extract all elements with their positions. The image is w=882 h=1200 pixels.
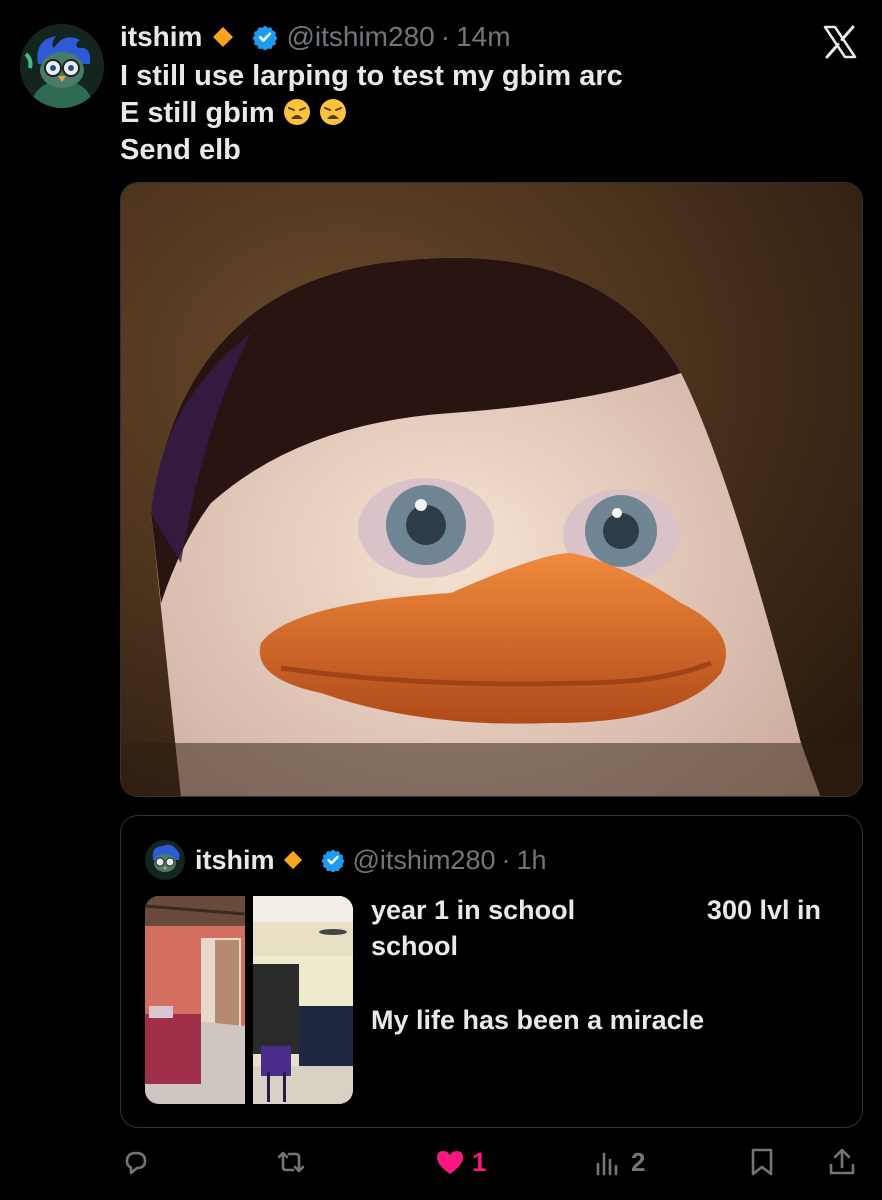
quote-text-left: year 1 in school	[371, 895, 576, 925]
views-icon	[596, 1152, 618, 1176]
bookmark-icon	[751, 1148, 773, 1176]
quote-text-last: My life has been a miracle	[371, 1005, 705, 1035]
tweet-line-2-text: E still gbim	[120, 97, 275, 129]
like-count: 1	[472, 1146, 487, 1177]
weary-face-emoji-icon	[283, 99, 310, 125]
quote-author-avatar[interactable]	[145, 840, 185, 880]
tweet-time[interactable]: 14m	[456, 21, 510, 53]
tweet-text: I still use larping to test my gbim arc …	[120, 58, 623, 169]
action-bar: 1 2	[120, 1140, 870, 1184]
time-separator: ·	[440, 21, 451, 52]
diamond-badge-icon	[283, 850, 302, 870]
diamond-badge-icon	[213, 27, 234, 47]
share-icon	[829, 1148, 855, 1175]
tweet-image[interactable]	[120, 182, 863, 797]
tweet-header: itshim @itshim280 · 14m	[120, 20, 511, 54]
quote-time[interactable]: 1h	[516, 845, 546, 876]
reply-button[interactable]	[120, 1140, 158, 1184]
quote-image-divider	[245, 896, 253, 1104]
heart-icon	[437, 1151, 463, 1174]
quote-text-right: 300 lvl in	[706, 895, 821, 925]
author-handle[interactable]: @itshim280	[286, 21, 434, 53]
quote-image-300-lvl-room[interactable]	[253, 896, 353, 1104]
views-count: 2	[631, 1146, 646, 1177]
like-button[interactable]: 1	[434, 1140, 486, 1184]
quote-media[interactable]	[145, 896, 353, 1104]
x-logo-icon	[823, 25, 857, 59]
author-name[interactable]: itshim	[120, 21, 202, 53]
quote-author-name[interactable]: itshim	[195, 845, 275, 876]
quote-text-wrap: school	[371, 931, 459, 961]
retweet-button[interactable]	[275, 1140, 313, 1184]
quoted-tweet[interactable]: itshim @itshim280 · 1h year 1 in school …	[120, 815, 863, 1128]
quote-header: itshim @itshim280 · 1h	[195, 842, 547, 878]
bookmark-button[interactable]	[746, 1140, 778, 1184]
retweet-icon	[277, 1151, 305, 1173]
share-button[interactable]	[826, 1140, 858, 1184]
quote-text: year 1 in school 300 lvl in school My li…	[371, 892, 821, 1038]
tweet-line-3: Send elb	[120, 134, 241, 166]
reply-icon	[125, 1151, 147, 1175]
quote-author-handle[interactable]: @itshim280	[353, 845, 496, 876]
author-avatar[interactable]	[20, 24, 104, 108]
quote-time-separator: ·	[501, 844, 511, 875]
views-button[interactable]: 2	[593, 1140, 645, 1184]
verified-badge-icon[interactable]	[320, 848, 345, 872]
tweet-line-1: I still use larping to test my gbim arc	[120, 60, 623, 92]
quote-image-year-1-room[interactable]	[145, 896, 245, 1104]
tweet-line-2: E still gbim	[120, 95, 623, 132]
quote-text-gap	[371, 964, 821, 1002]
quote-line-1: year 1 in school 300 lvl in	[371, 892, 821, 928]
verified-badge-icon[interactable]	[252, 24, 279, 50]
weary-face-emoji-icon	[319, 99, 346, 125]
